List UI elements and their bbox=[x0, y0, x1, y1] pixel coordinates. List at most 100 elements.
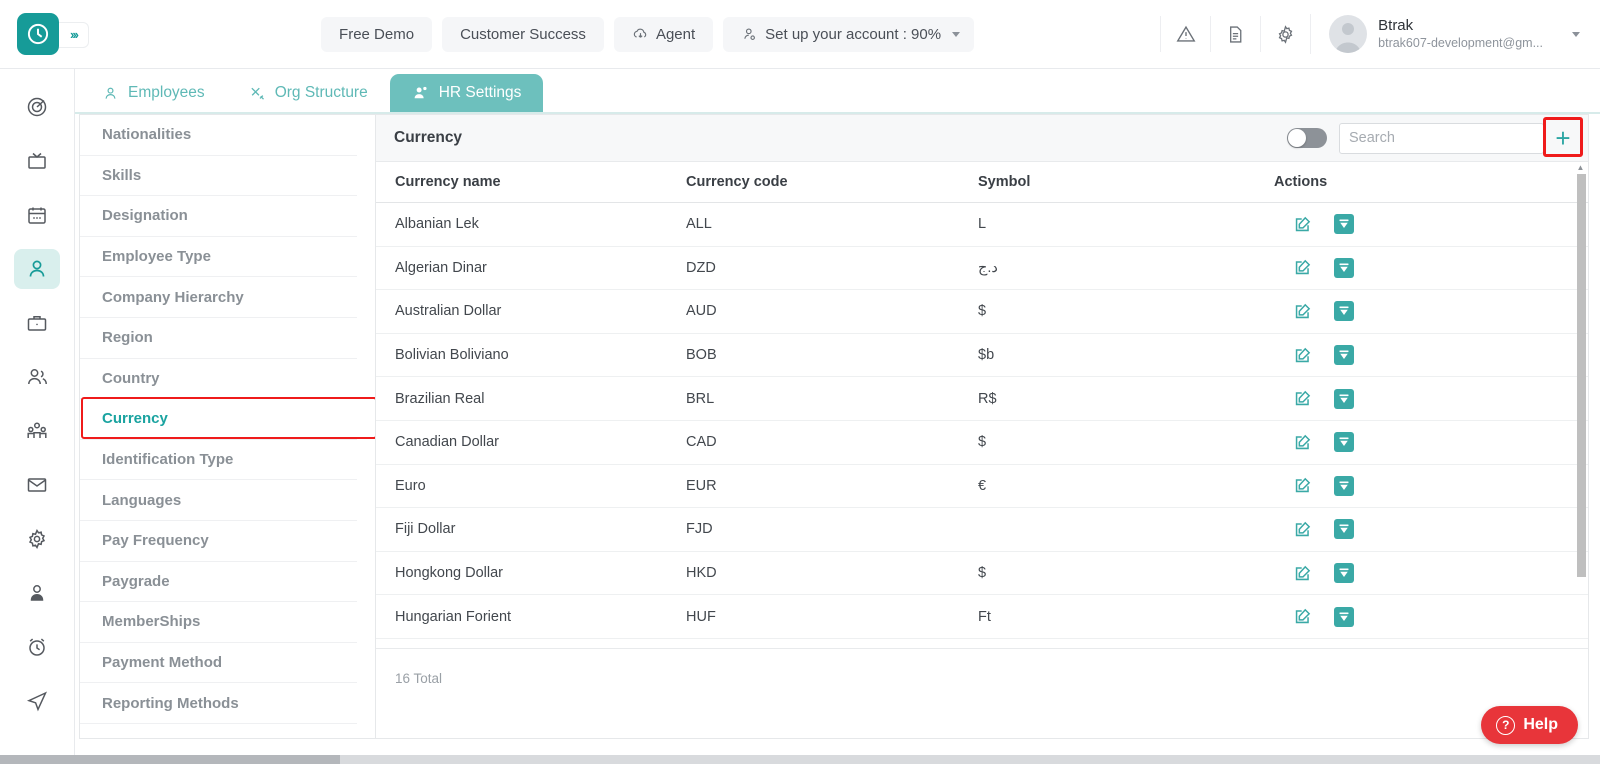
horizontal-scrollbar[interactable] bbox=[0, 755, 1600, 764]
cell-currency-name: Canadian Dollar bbox=[376, 420, 686, 465]
download-icon[interactable] bbox=[1334, 475, 1354, 496]
edit-icon[interactable] bbox=[1293, 389, 1312, 408]
edit-icon[interactable] bbox=[1293, 564, 1312, 583]
sidebar-item-identification-type[interactable]: Identification Type bbox=[80, 440, 357, 481]
sidebar-item-region[interactable]: Region bbox=[80, 318, 357, 359]
sidebar-item-payment-method[interactable]: Payment Method bbox=[80, 643, 357, 684]
table-row[interactable]: Brazilian Real BRL R$ bbox=[376, 376, 1588, 421]
table-row[interactable]: Iceland Krona ISK Kr bbox=[376, 638, 1588, 648]
sidebar-item-label: Reporting Methods bbox=[102, 694, 239, 712]
status-toggle[interactable] bbox=[1287, 128, 1327, 148]
cell-currency-name: Hongkong Dollar bbox=[376, 551, 686, 596]
table-row[interactable]: Algerian Dinar DZD د.ج bbox=[376, 246, 1588, 291]
question-mark-icon: ? bbox=[1496, 715, 1516, 735]
column-header-currency-name[interactable]: Currency name bbox=[376, 162, 686, 203]
sidebar-item-employee-type[interactable]: Employee Type bbox=[80, 237, 357, 278]
table-row[interactable]: Canadian Dollar CAD $ bbox=[376, 420, 1588, 465]
sidebar-item-skills[interactable]: Skills bbox=[80, 156, 357, 197]
table-row[interactable]: Hungarian Forient HUF Ft bbox=[376, 594, 1588, 639]
cell-currency-name: Australian Dollar bbox=[376, 289, 686, 334]
edit-icon[interactable] bbox=[1293, 607, 1312, 626]
mail-icon bbox=[27, 478, 47, 492]
sidebar-item-nationalities[interactable]: Nationalities bbox=[80, 115, 357, 156]
toggle-knob bbox=[1288, 129, 1306, 147]
table-row[interactable]: Fiji Dollar FJD bbox=[376, 507, 1588, 552]
sidebar-item-reporting-methods[interactable]: Reporting Methods bbox=[80, 683, 357, 724]
download-icon[interactable] bbox=[1334, 519, 1354, 540]
user-outline-icon bbox=[105, 87, 116, 99]
sidebar-item-memberships[interactable]: MemberShips bbox=[80, 602, 357, 643]
edit-icon[interactable] bbox=[1293, 476, 1312, 495]
table-row[interactable]: Bolivian Boliviano BOB $b bbox=[376, 333, 1588, 378]
sidebar-item-label: Designation bbox=[102, 207, 188, 225]
column-header-symbol[interactable]: Symbol bbox=[978, 162, 1274, 203]
download-icon[interactable] bbox=[1334, 214, 1354, 235]
sidebar-item-label: Skills bbox=[102, 166, 142, 184]
free-demo-button[interactable]: Free Demo bbox=[321, 16, 433, 52]
download-icon[interactable] bbox=[1334, 432, 1354, 453]
download-icon[interactable] bbox=[1334, 257, 1354, 278]
agent-button[interactable]: Agent bbox=[613, 16, 714, 52]
edit-icon[interactable] bbox=[1293, 433, 1312, 452]
sidebar-item-label: Country bbox=[102, 369, 160, 387]
table-row[interactable]: Euro EUR € bbox=[376, 464, 1588, 509]
sidebar-item-company-hierarchy[interactable]: Company Hierarchy bbox=[80, 277, 357, 318]
app-logo[interactable] bbox=[16, 13, 59, 55]
sidebar-item-pay-frequency[interactable]: Pay Frequency bbox=[80, 521, 357, 562]
download-icon[interactable] bbox=[1334, 345, 1354, 366]
edit-icon[interactable] bbox=[1293, 346, 1312, 365]
add-button-wrap: + bbox=[1543, 117, 1583, 157]
column-header-currency-code[interactable]: Currency code bbox=[686, 162, 978, 203]
rail-item-briefcase[interactable] bbox=[14, 303, 60, 343]
scroll-up-arrow[interactable]: ▲ bbox=[1575, 162, 1586, 172]
edit-icon[interactable] bbox=[1293, 258, 1312, 277]
cell-actions bbox=[1274, 464, 1588, 509]
download-icon[interactable] bbox=[1334, 563, 1354, 584]
customer-success-button[interactable]: Customer Success bbox=[442, 16, 604, 52]
tab-hr-settings[interactable]: HR Settings bbox=[389, 74, 544, 112]
table-row[interactable]: Australian Dollar AUD $ bbox=[376, 289, 1588, 334]
rail-item-settings[interactable] bbox=[14, 519, 60, 559]
account-setup-button[interactable]: Set up your account : 90% bbox=[723, 16, 975, 52]
search-input[interactable] bbox=[1339, 122, 1544, 154]
rail-item-send[interactable] bbox=[14, 681, 60, 721]
cell-currency-code: DZD bbox=[686, 246, 978, 291]
table-row[interactable]: Albanian Lek ALL L bbox=[376, 202, 1588, 247]
edit-icon[interactable] bbox=[1293, 215, 1312, 234]
rail-item-tv[interactable] bbox=[14, 141, 60, 181]
chevrons-right-icon[interactable]: ››› bbox=[59, 21, 89, 48]
settings-button[interactable] bbox=[1260, 16, 1310, 52]
cell-currency-code: AUD bbox=[686, 289, 978, 334]
sidebar-item-languages[interactable]: Languages bbox=[80, 480, 357, 521]
rail-item-target[interactable] bbox=[14, 87, 60, 127]
chevron-down-icon[interactable] bbox=[1572, 31, 1580, 37]
rail-item-contact[interactable] bbox=[14, 573, 60, 613]
download-icon[interactable] bbox=[1334, 606, 1354, 627]
tab-employees[interactable]: Employees bbox=[80, 74, 227, 112]
download-icon[interactable] bbox=[1334, 301, 1354, 322]
download-icon[interactable] bbox=[1334, 388, 1354, 409]
tv-icon bbox=[28, 152, 46, 169]
sidebar-item-currency[interactable]: Currency bbox=[80, 399, 357, 440]
horizontal-scrollbar-thumb[interactable] bbox=[0, 755, 340, 764]
sidebar-item-paygrade[interactable]: Paygrade bbox=[80, 562, 357, 603]
documents-button[interactable] bbox=[1210, 16, 1260, 52]
rail-item-alarm[interactable] bbox=[14, 627, 60, 667]
help-button[interactable]: ? Help bbox=[1481, 706, 1578, 744]
add-currency-button[interactable]: + bbox=[1546, 123, 1580, 153]
cell-currency-code: ISK bbox=[686, 638, 978, 648]
edit-icon[interactable] bbox=[1293, 520, 1312, 539]
edit-icon[interactable] bbox=[1293, 302, 1312, 321]
rail-item-group[interactable] bbox=[14, 411, 60, 451]
table-scrollbar[interactable] bbox=[1577, 174, 1586, 577]
warning-button[interactable] bbox=[1160, 16, 1210, 52]
rail-item-mail[interactable] bbox=[14, 465, 60, 505]
rail-item-two-people[interactable] bbox=[14, 357, 60, 397]
user-menu[interactable]: Btrak btrak607-development@gm... bbox=[1310, 14, 1600, 54]
rail-item-calendar[interactable] bbox=[14, 195, 60, 235]
rail-item-person[interactable] bbox=[14, 249, 60, 289]
sidebar-item-designation[interactable]: Designation bbox=[80, 196, 357, 237]
table-row[interactable]: Hongkong Dollar HKD $ bbox=[376, 551, 1588, 596]
tab-org-structure[interactable]: Org Structure bbox=[226, 74, 390, 112]
sidebar-item-country[interactable]: Country bbox=[80, 359, 357, 400]
